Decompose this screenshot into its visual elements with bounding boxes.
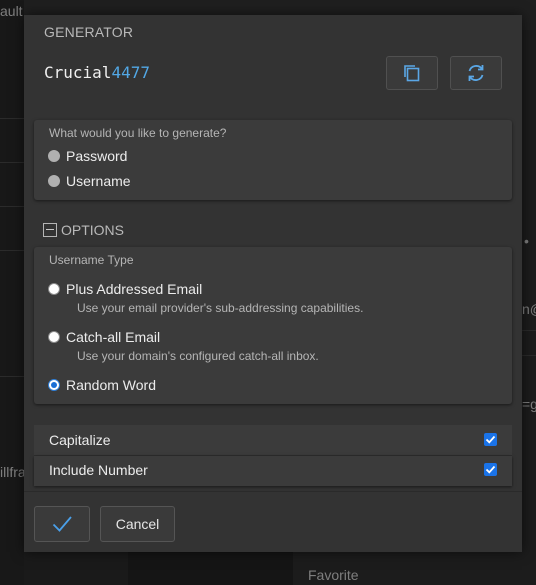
radio-password-label: Password <box>66 148 128 164</box>
generated-username-digits: 4477 <box>111 63 150 82</box>
capitalize-row: Capitalize <box>34 425 512 455</box>
options-header-label: OPTIONS <box>61 222 125 238</box>
capitalize-checkbox[interactable] <box>484 433 497 446</box>
capitalize-label: Capitalize <box>49 432 111 448</box>
radio-button[interactable] <box>48 175 60 187</box>
cancel-button-label: Cancel <box>115 516 160 532</box>
cancel-button[interactable]: Cancel <box>100 506 175 542</box>
copy-button[interactable] <box>386 56 438 90</box>
radio-plus-addressed-email[interactable]: Plus Addressed Email <box>48 281 202 297</box>
radio-button[interactable] <box>48 283 60 295</box>
check-icon <box>485 465 496 474</box>
radio-catch-all-email[interactable]: Catch-all Email <box>48 329 160 345</box>
generated-username-letters: Crucial <box>44 63 112 82</box>
include-number-label: Include Number <box>49 462 148 478</box>
include-number-checkbox[interactable] <box>484 463 497 476</box>
refresh-icon <box>468 65 484 81</box>
catch-all-email-description: Use your domain's configured catch-all i… <box>77 349 319 363</box>
radio-button[interactable] <box>48 331 60 343</box>
collapse-icon <box>43 223 57 237</box>
radio-plus-addressed-email-label: Plus Addressed Email <box>66 281 203 297</box>
radio-password[interactable]: Password <box>48 148 127 164</box>
check-icon <box>485 435 496 444</box>
checkmark-icon <box>52 516 72 532</box>
generate-type-question: What would you like to generate? <box>49 126 227 140</box>
dialog-title: GENERATOR <box>44 24 134 40</box>
regenerate-button[interactable] <box>450 56 502 90</box>
confirm-button[interactable] <box>34 506 90 542</box>
generate-type-panel: What would you like to generate? Passwor… <box>34 120 512 200</box>
radio-catch-all-email-label: Catch-all Email <box>66 329 161 345</box>
username-type-label: Username Type <box>49 253 134 267</box>
radio-button[interactable] <box>48 150 60 162</box>
radio-button-checked[interactable] <box>48 379 60 391</box>
radio-username-label: Username <box>66 173 131 189</box>
radio-username[interactable]: Username <box>48 173 131 189</box>
radio-random-word[interactable]: Random Word <box>48 377 156 393</box>
generated-username[interactable]: Crucial4477 <box>44 63 150 82</box>
radio-random-word-label: Random Word <box>66 377 157 393</box>
copy-icon <box>404 65 420 82</box>
footer-divider <box>24 491 522 492</box>
options-toggle[interactable]: OPTIONS <box>43 222 124 238</box>
plus-addressed-email-description: Use your email provider's sub-addressing… <box>77 301 364 315</box>
include-number-row: Include Number <box>34 456 512 486</box>
username-type-panel: Username Type Plus Addressed Email Use y… <box>34 247 512 404</box>
generator-dialog: GENERATOR Crucial4477 What would you lik… <box>24 15 522 552</box>
